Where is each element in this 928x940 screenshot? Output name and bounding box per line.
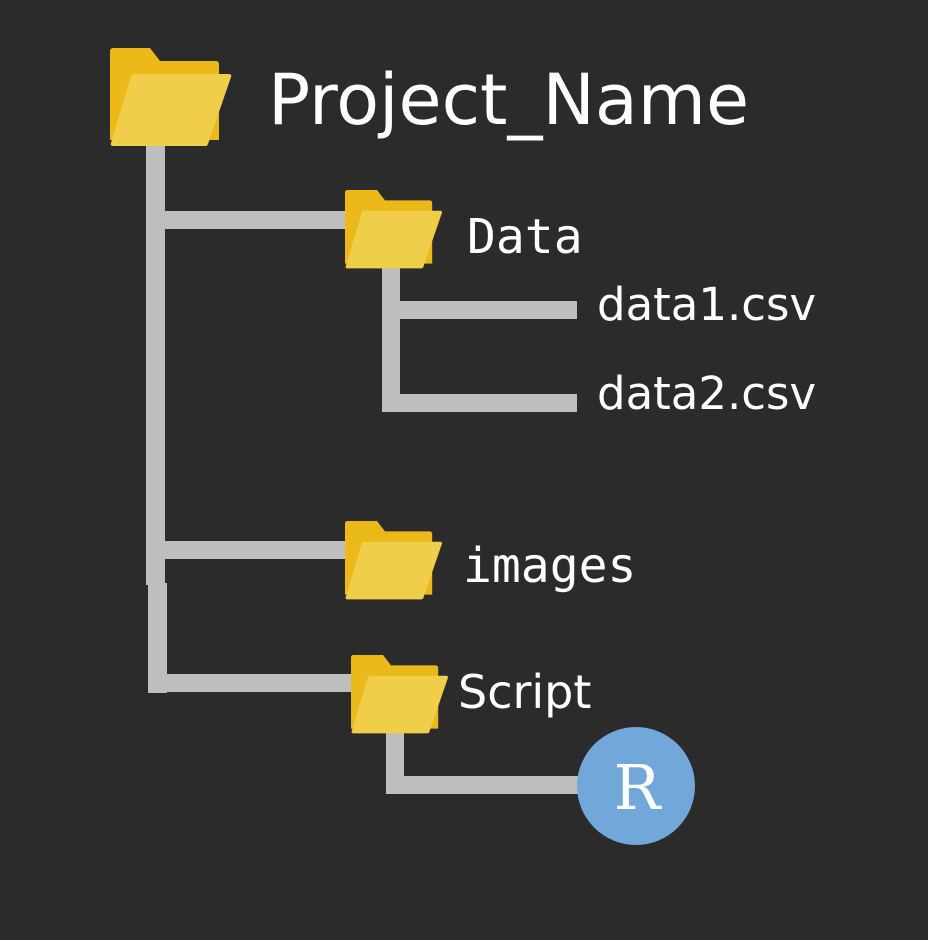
folder-data-label: Data — [467, 209, 583, 265]
root-folder-label: Project_Name — [268, 59, 749, 141]
folder-script[interactable]: Script — [351, 655, 591, 734]
folder-icon — [345, 521, 443, 600]
folder-images-label: images — [463, 538, 636, 594]
file-data1-csv[interactable]: data1.csv — [597, 278, 816, 331]
folder-script-label: Script — [458, 665, 591, 719]
file-r-script[interactable]: R — [577, 727, 695, 845]
folder-icon — [345, 190, 443, 269]
folder-images[interactable]: images — [345, 521, 636, 600]
folder-icon — [110, 48, 232, 147]
r-logo-label: R — [614, 751, 663, 824]
folder-tree-diagram: Project_Name Data data1.csv data2.csv im… — [110, 48, 816, 845]
file-data2-csv[interactable]: data2.csv — [597, 367, 816, 420]
root-folder[interactable]: Project_Name — [110, 48, 749, 147]
folder-icon — [351, 655, 449, 734]
folder-data[interactable]: Data — [345, 190, 583, 269]
